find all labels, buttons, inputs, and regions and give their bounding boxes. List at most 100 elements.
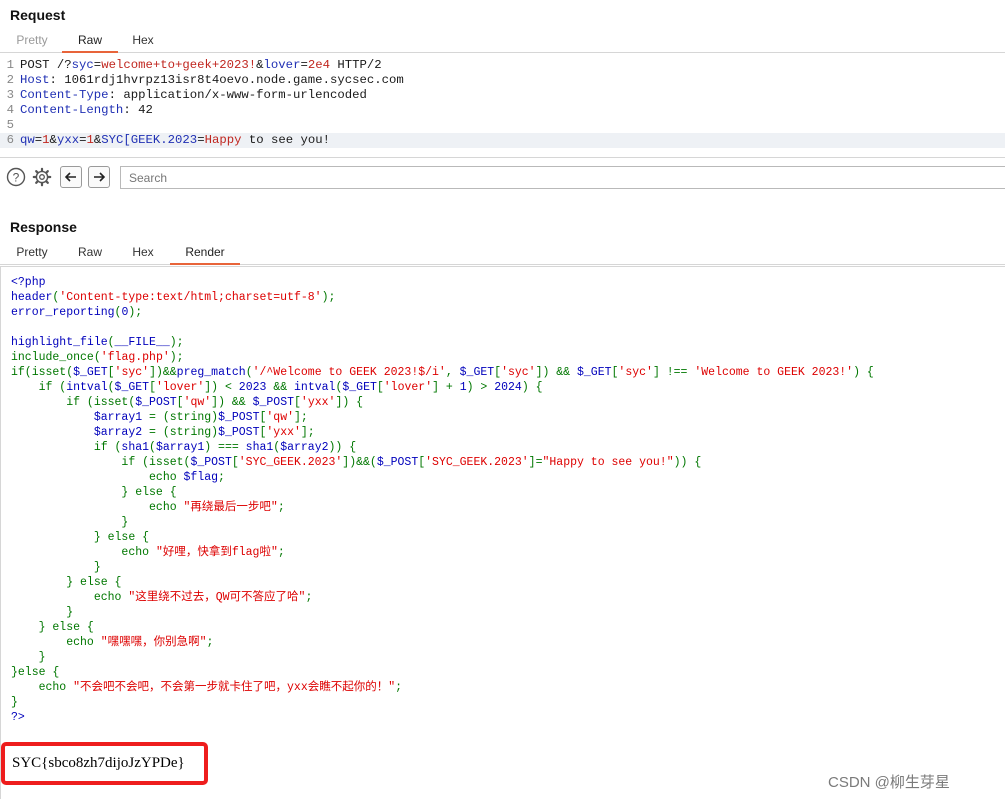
code-line: if (isset($_POST['SYC_GEEK.2023'])&&($_P…: [11, 455, 874, 470]
code-token: } else {: [11, 621, 94, 634]
code-token: }: [11, 561, 101, 574]
request-token: to see you!: [241, 133, 331, 147]
forward-arrow-icon[interactable]: [88, 166, 110, 188]
code-token: 'lover': [383, 381, 433, 394]
code-line: }: [11, 515, 874, 530]
tab-request-raw[interactable]: Raw: [62, 29, 118, 53]
code-token: ;: [395, 681, 403, 694]
code-token: $_GET: [342, 381, 377, 394]
code-line: error_reporting(0);: [11, 305, 874, 320]
request-token: : 1061rdj1hvrpz13isr8t4oevo.node.game.sy…: [49, 73, 404, 87]
code-token: "好哩，快拿到flag啦": [155, 546, 278, 559]
code-token: }else {: [11, 666, 60, 679]
line-number: 2: [6, 73, 14, 87]
search-input[interactable]: [120, 166, 1005, 189]
code-token: }: [11, 696, 18, 709]
code-token: [: [376, 381, 384, 394]
request-token: HTTP/2: [329, 58, 382, 72]
code-token: [: [231, 456, 239, 469]
code-line: if(isset($_GET['syc'])&&preg_match('/^We…: [11, 365, 874, 380]
code-line: }else {: [11, 665, 874, 680]
line-number: 6: [6, 133, 14, 147]
code-token: [: [107, 366, 115, 379]
response-render-view[interactable]: <?php header('Content-type:text/html;char…: [0, 266, 1005, 799]
line-number: 1: [6, 58, 14, 72]
code-token: 1: [459, 381, 467, 394]
code-token: ) >: [466, 381, 495, 394]
code-token: $_GET: [73, 366, 108, 379]
code-line: if (isset($_POST['qw']) && $_POST['yxx']…: [11, 395, 874, 410]
code-token: (: [107, 381, 115, 394]
code-line: <?php: [11, 275, 874, 290]
request-token: syc: [71, 58, 94, 72]
code-token: if (isset(: [11, 396, 136, 409]
code-line: highlight_file(__FILE__);: [11, 335, 874, 350]
code-token: ,: [445, 366, 460, 379]
tab-response-hex[interactable]: Hex: [120, 241, 166, 265]
request-token: yxx: [56, 133, 80, 147]
code-token: ];: [300, 426, 315, 439]
tab-response-pretty[interactable]: Pretty: [6, 241, 58, 265]
code-token: highlight_file: [11, 336, 108, 349]
code-line: header('Content-type:text/html;charset=u…: [11, 290, 874, 305]
svg-text:?: ?: [13, 171, 20, 185]
code-line: echo $flag;: [11, 470, 874, 485]
flag-highlight-box: SYC{sbco8zh7dijoJzYPDe}: [1, 742, 208, 785]
request-token: &: [49, 133, 57, 147]
code-token: intval: [294, 381, 336, 394]
code-token: } else {: [11, 576, 122, 589]
code-line: echo "再绕最后一步吧";: [11, 500, 874, 515]
request-token: welcome+to+geek+2023!: [101, 58, 257, 72]
tab-request-pretty[interactable]: Pretty: [6, 29, 58, 53]
code-token: }: [11, 606, 74, 619]
code-token: $_POST: [190, 456, 232, 469]
code-token: <?php: [11, 276, 46, 289]
code-token: 'qw': [183, 396, 212, 409]
request-token: &: [256, 58, 264, 72]
code-token: }: [11, 651, 46, 664]
code-token: '/^Welcome to GEEK 2023!$/i': [252, 366, 446, 379]
code-token: 'SYC_GEEK.2023': [238, 456, 343, 469]
code-token: "Happy to see you!": [542, 456, 674, 469]
code-line: include_once('flag.php');: [11, 350, 874, 365]
code-token: ]) {: [335, 396, 364, 409]
code-line: $array1 = (string)$_POST['qw'];: [11, 410, 874, 425]
code-token: "不会吧不会吧，不会第一步就卡住了吧，yxx会瞧不起你的！": [73, 681, 396, 694]
back-arrow-icon[interactable]: [60, 166, 82, 188]
request-line: 1 POST /?syc=welcome+to+geek+2023!&lover=…: [0, 58, 1005, 73]
request-tab-bar: Pretty Raw Hex: [0, 29, 1005, 53]
code-token: ;: [277, 546, 285, 559]
code-token: (: [107, 336, 115, 349]
code-token: 'flag.php': [100, 351, 170, 364]
code-token: (: [245, 366, 253, 379]
tab-request-hex[interactable]: Hex: [120, 29, 166, 53]
request-token: Happy: [204, 133, 242, 147]
code-token: 2023: [238, 381, 274, 394]
code-line: }: [11, 560, 874, 575]
code-token: = (string): [149, 426, 219, 439]
request-line: 5: [0, 118, 1005, 133]
code-token: [: [176, 396, 184, 409]
code-token: }: [11, 516, 129, 529]
code-token: 2024: [494, 381, 522, 394]
help-icon[interactable]: ?: [5, 166, 27, 188]
line-number: 4: [6, 103, 14, 117]
settings-icon[interactable]: [31, 166, 53, 188]
request-token: lover: [263, 58, 301, 72]
code-token: sha1: [121, 441, 150, 454]
code-token: echo: [11, 471, 184, 484]
request-token: =: [300, 58, 308, 72]
code-line: echo "不会吧不会吧，不会第一步就卡住了吧，yxx会瞧不起你的！";: [11, 680, 874, 695]
code-token: [: [149, 381, 156, 394]
code-token: ) {: [853, 366, 874, 379]
tab-response-raw[interactable]: Raw: [64, 241, 116, 265]
code-token: error_reporting: [11, 306, 115, 319]
tab-response-render[interactable]: Render: [170, 241, 240, 265]
code-token: $_POST: [135, 396, 177, 409]
request-editor[interactable]: 1 POST /?syc=welcome+to+geek+2023!&lover=…: [0, 54, 1005, 158]
code-token: ]) <: [204, 381, 239, 394]
code-token: echo: [11, 636, 101, 649]
